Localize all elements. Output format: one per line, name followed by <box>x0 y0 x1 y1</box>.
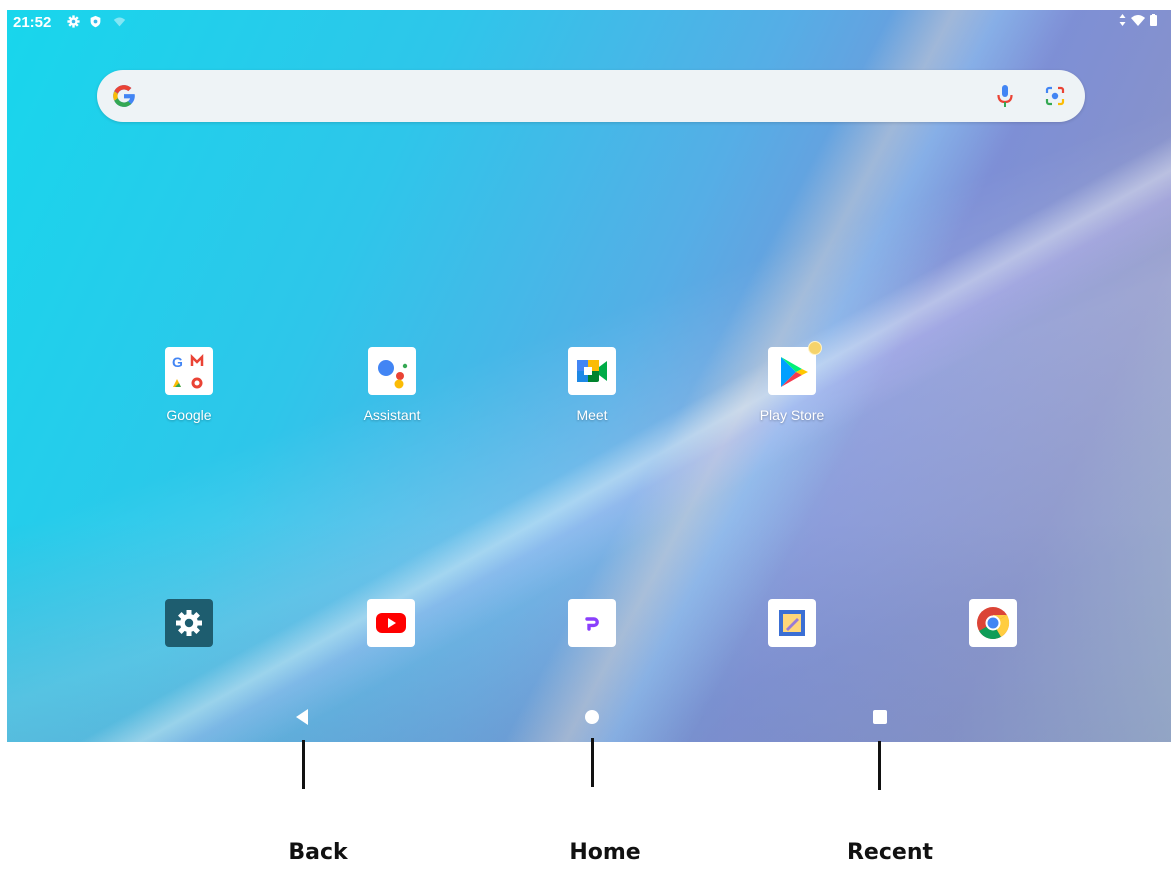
svg-text:G: G <box>172 354 183 370</box>
back-caption: Back <box>288 840 348 865</box>
status-right-icons <box>1119 14 1157 26</box>
camera-lens-icon[interactable] <box>1043 84 1067 108</box>
settings-app-icon <box>176 610 202 636</box>
home-caption: Home <box>569 840 641 865</box>
app-meet[interactable]: Meet <box>532 347 652 423</box>
data-arrows-icon <box>1119 14 1126 26</box>
app-label: Google <box>166 407 212 423</box>
dock-settings[interactable] <box>165 599 213 647</box>
back-triangle-icon[interactable] <box>294 708 310 726</box>
status-bar: 21:52 <box>7 10 1171 34</box>
google-folder-icon: G <box>165 347 213 395</box>
dock-youtube[interactable] <box>367 599 415 647</box>
home-pointer-line <box>591 738 594 787</box>
assistant-icon <box>368 347 416 395</box>
app-label: Play Store <box>759 407 825 423</box>
notes-app-icon <box>779 610 805 636</box>
wifi-icon <box>113 17 126 27</box>
notification-dot <box>808 341 822 355</box>
recent-pointer-line <box>878 741 881 790</box>
dock-chrome[interactable] <box>969 599 1017 647</box>
youtube-icon <box>376 613 406 633</box>
back-pointer-line <box>302 740 305 789</box>
home-circle-icon[interactable] <box>584 709 600 725</box>
chrome-icon <box>977 607 1010 640</box>
app-label: Meet <box>576 407 608 423</box>
settings-icon <box>67 15 80 28</box>
p-app-icon <box>585 617 599 631</box>
recent-caption: Recent <box>846 840 934 865</box>
dock-notes-app[interactable] <box>768 599 816 647</box>
play-store-icon <box>768 341 822 395</box>
battery-icon <box>1150 14 1157 26</box>
app-google-folder[interactable]: G Google <box>129 347 249 423</box>
shield-icon <box>90 15 101 28</box>
wifi-signal-icon <box>1131 15 1145 26</box>
tablet-screen: 21:52 G Google Assistant Meet Play Store <box>7 10 1171 742</box>
google-search-bar[interactable] <box>97 70 1085 122</box>
microphone-icon[interactable] <box>995 83 1015 109</box>
dock-p-app[interactable] <box>568 599 616 647</box>
app-play-store[interactable]: Play Store <box>732 341 852 423</box>
meet-icon <box>568 347 616 395</box>
google-g-icon <box>113 85 135 107</box>
app-assistant[interactable]: Assistant <box>332 347 452 423</box>
app-label: Assistant <box>363 407 421 423</box>
recent-square-icon[interactable] <box>872 709 888 725</box>
status-time: 21:52 <box>13 14 52 31</box>
